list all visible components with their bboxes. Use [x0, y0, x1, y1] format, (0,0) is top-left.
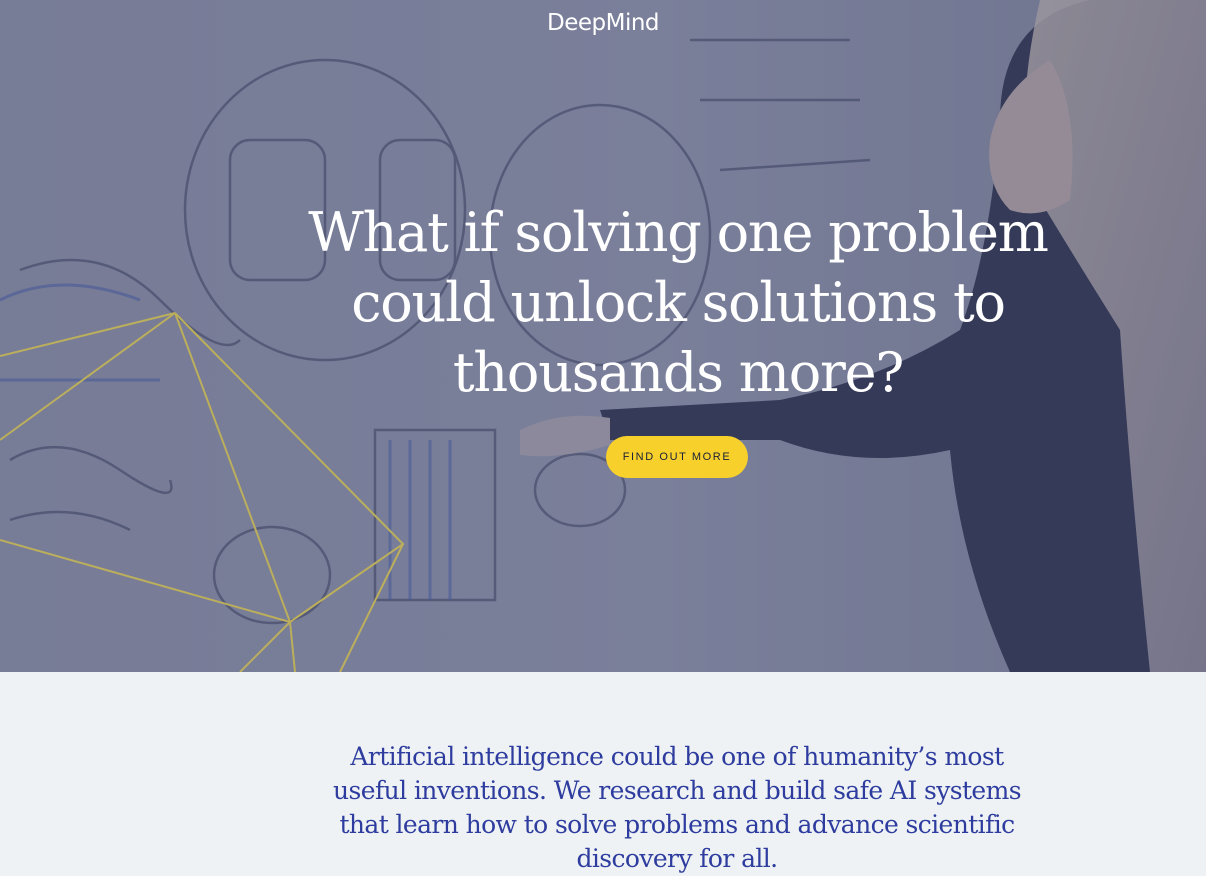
- find-out-more-button[interactable]: FIND OUT MORE: [606, 436, 748, 478]
- mission-statement: Artificial intelligence could be one of …: [333, 742, 1022, 873]
- hero-section: DeepMind What if solving one problem cou…: [0, 0, 1206, 672]
- hero-headline: What if solving one problem could unlock…: [308, 201, 1049, 404]
- deepmind-logo[interactable]: DeepMind: [0, 10, 1206, 36]
- mission-section: Artificial intelligence could be one of …: [0, 672, 1206, 873]
